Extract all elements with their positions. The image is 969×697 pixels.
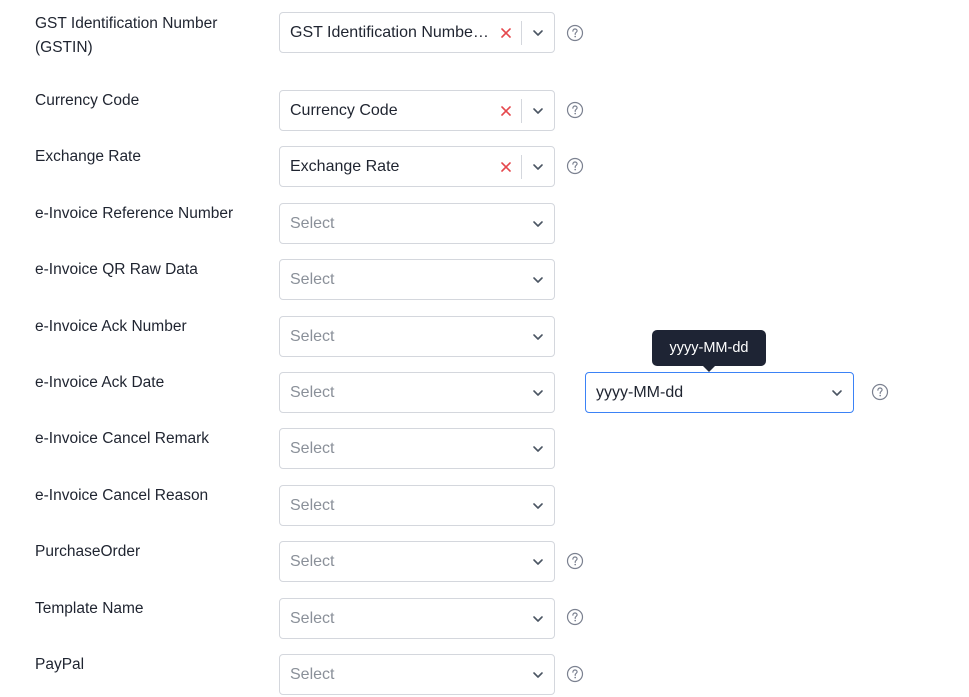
tooltip-text: yyyy-MM-dd: [669, 340, 749, 356]
field-select[interactable]: Currency Code: [279, 90, 555, 131]
select-placeholder: Select: [290, 552, 335, 570]
close-icon[interactable]: [491, 91, 521, 130]
select-placeholder: Select: [290, 665, 335, 683]
help-icon[interactable]: [566, 157, 584, 175]
select-value: Currency Code: [290, 101, 398, 119]
date-format-select[interactable]: yyyy-MM-dd: [585, 372, 854, 413]
field-select[interactable]: Select: [279, 598, 555, 639]
help-icon[interactable]: [566, 665, 584, 683]
chevron-down-icon[interactable]: [522, 13, 554, 52]
field-select[interactable]: Select: [279, 428, 555, 469]
chevron-down-icon[interactable]: [522, 147, 554, 186]
chevron-down-icon[interactable]: [522, 260, 554, 299]
field-label: e-Invoice Cancel Remark: [35, 430, 210, 447]
select-placeholder: Select: [290, 270, 335, 288]
chevron-down-icon[interactable]: [522, 655, 554, 694]
chevron-down-icon[interactable]: [522, 599, 554, 638]
field-select[interactable]: Select: [279, 654, 555, 695]
date-format-value: yyyy-MM-dd: [596, 383, 684, 401]
field-select[interactable]: Exchange Rate: [279, 146, 555, 187]
date-format-tooltip: yyyy-MM-dd: [652, 330, 766, 372]
field-label: GST Identification Number (GSTIN): [35, 15, 218, 56]
close-icon[interactable]: [491, 147, 521, 186]
field-select[interactable]: Select: [279, 541, 555, 582]
field-label: Template Name: [35, 600, 144, 617]
help-icon[interactable]: [566, 552, 584, 570]
select-placeholder: Select: [290, 439, 335, 457]
field-label: PurchaseOrder: [35, 543, 141, 560]
help-icon[interactable]: [566, 608, 584, 626]
field-select[interactable]: Select: [279, 316, 555, 357]
field-select[interactable]: Select: [279, 372, 555, 413]
field-select[interactable]: Select: [279, 485, 555, 526]
select-placeholder: Select: [290, 214, 335, 232]
field-label: e-Invoice QR Raw Data: [35, 261, 198, 278]
chevron-down-icon[interactable]: [522, 204, 554, 243]
chevron-down-icon[interactable]: [522, 542, 554, 581]
chevron-down-icon[interactable]: [522, 317, 554, 356]
field-label: e-Invoice Ack Number: [35, 318, 187, 335]
help-icon[interactable]: [566, 24, 584, 42]
field-select[interactable]: Select: [279, 259, 555, 300]
help-icon[interactable]: [871, 383, 889, 401]
field-label: e-Invoice Reference Number: [35, 205, 234, 222]
chevron-down-icon[interactable]: [522, 429, 554, 468]
field-label: Exchange Rate: [35, 148, 141, 165]
chevron-down-icon[interactable]: [522, 91, 554, 130]
select-placeholder: Select: [290, 327, 335, 345]
field-select[interactable]: Select: [279, 203, 555, 244]
help-icon[interactable]: [566, 101, 584, 119]
chevron-down-icon[interactable]: [522, 373, 554, 412]
select-value: GST Identification Number (GSTIN): [290, 23, 491, 41]
chevron-down-icon[interactable]: [522, 486, 554, 525]
field-select[interactable]: GST Identification Number (GSTIN): [279, 12, 555, 53]
select-placeholder: Select: [290, 609, 335, 627]
select-value: Exchange Rate: [290, 157, 400, 175]
field-label: PayPal: [35, 656, 85, 673]
field-label: e-Invoice Ack Date: [35, 374, 165, 391]
close-icon[interactable]: [491, 13, 521, 52]
select-placeholder: Select: [290, 496, 335, 514]
chevron-down-icon[interactable]: [821, 373, 853, 412]
field-label: Currency Code: [35, 92, 140, 109]
field-label: e-Invoice Cancel Reason: [35, 487, 209, 504]
select-placeholder: Select: [290, 383, 335, 401]
